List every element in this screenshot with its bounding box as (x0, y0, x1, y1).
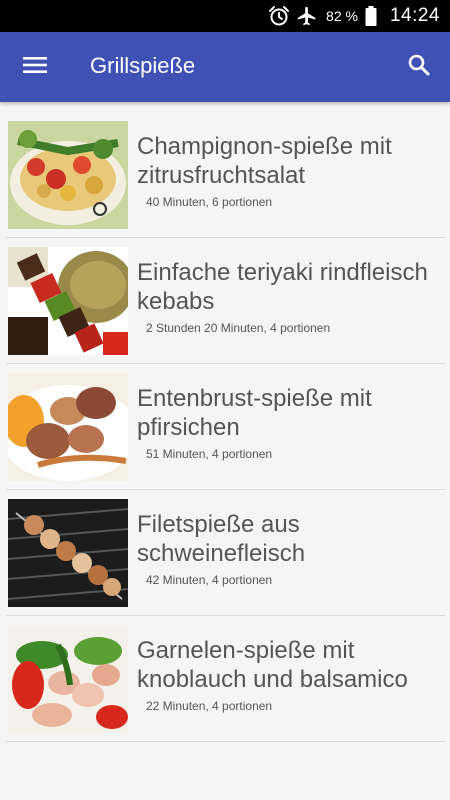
recipe-thumbnail (8, 247, 128, 355)
recipe-meta: 42 Minuten, 4 portionen (146, 573, 273, 587)
recipe-title: Garnelen-spieße mit knoblauch und balsam… (137, 637, 408, 693)
recipe-title: Filetspieße aus schweinefleisch (137, 511, 306, 567)
list-item[interactable]: Champignon-spieße mit zitrusfruchtsalat … (6, 112, 445, 238)
menu-button[interactable] (18, 50, 52, 84)
recipe-thumbnail (8, 499, 128, 607)
app-bar: Grillspieße (0, 32, 450, 102)
list-item[interactable]: Einfache teriyaki rindfleisch kebabs 2 S… (6, 238, 445, 364)
recipe-meta: 40 Minuten, 6 portionen (146, 195, 273, 209)
airplane-mode-icon (296, 5, 318, 27)
search-button[interactable] (402, 50, 436, 84)
hamburger-menu-icon (22, 55, 48, 80)
battery-icon (364, 5, 378, 27)
recipe-thumbnail (8, 121, 128, 229)
recipe-list: Champignon-spieße mit zitrusfruchtsalat … (6, 112, 445, 742)
status-bar: 82 % 14:24 (0, 0, 450, 32)
clock: 14:24 (389, 5, 440, 26)
recipe-meta: 22 Minuten, 4 portionen (146, 699, 273, 713)
list-item[interactable]: Garnelen-spieße mit knoblauch und balsam… (6, 616, 445, 742)
recipe-title: Einfache teriyaki rindfleisch kebabs (137, 259, 428, 315)
search-icon (407, 53, 431, 82)
recipe-title: Champignon-spieße mit zitrusfruchtsalat (137, 133, 392, 189)
recipe-meta: 2 Stunden 20 Minuten, 4 portionen (146, 321, 331, 335)
page-title: Grillspieße (90, 53, 196, 78)
list-item[interactable]: Filetspieße aus schweinefleisch 42 Minut… (6, 490, 445, 616)
recipe-thumbnail (8, 373, 128, 481)
battery-percentage: 82 % (326, 8, 358, 24)
recipe-thumbnail (8, 625, 128, 733)
recipe-title: Entenbrust-spieße mit pfirsichen (137, 385, 372, 441)
alarm-icon (268, 5, 290, 27)
list-item[interactable]: Entenbrust-spieße mit pfirsichen 51 Minu… (6, 364, 445, 490)
recipe-meta: 51 Minuten, 4 portionen (146, 447, 273, 461)
